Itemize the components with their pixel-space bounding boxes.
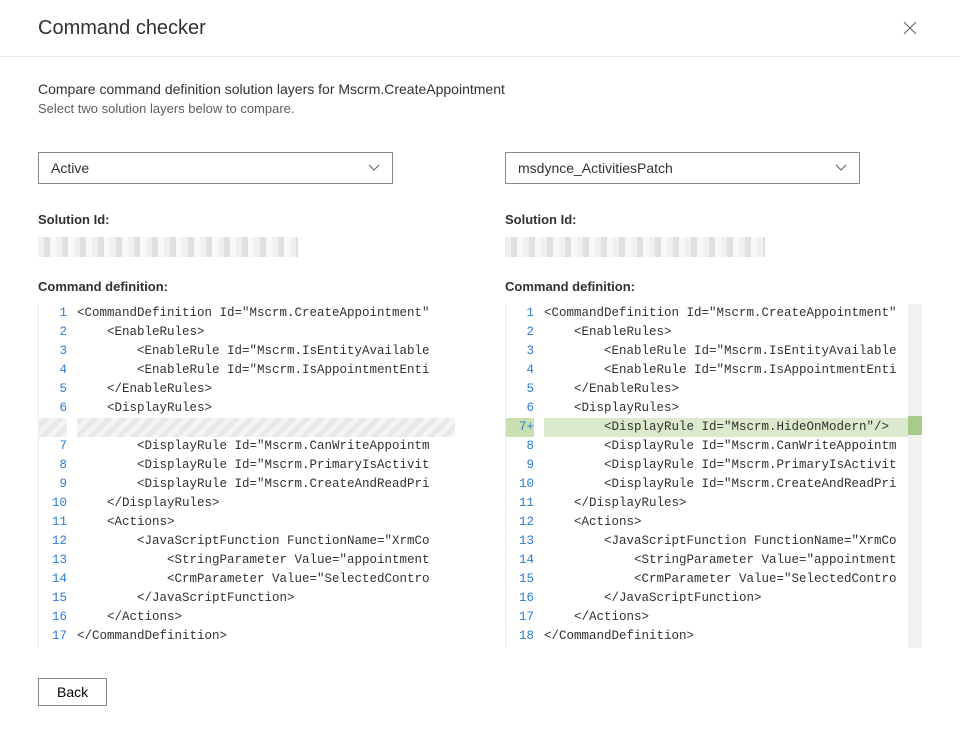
gutter-line: 3 [39,342,67,361]
code-line: <DisplayRule Id="Mscrm.CreateAndReadPri [544,475,922,494]
gutter-line: 4 [506,361,534,380]
code-line: </Actions> [544,608,922,627]
gutter-line: 10 [39,494,67,513]
left-solution-id-value [38,237,298,257]
code-line: <StringParameter Value="appointment [77,551,455,570]
gutter-line: 3 [506,342,534,361]
gutter-line: 15 [506,570,534,589]
code-line: <DisplayRules> [77,399,455,418]
gutter-line: 9 [39,475,67,494]
gutter-line: 14 [39,570,67,589]
page-title: Command checker [38,17,206,40]
subtitle: Compare command definition solution laye… [38,81,922,97]
code-line: <CommandDefinition Id="Mscrm.CreateAppoi… [544,304,922,323]
code-line: <EnableRule Id="Mscrm.IsEntityAvailable [544,342,922,361]
code-line: </JavaScriptFunction> [77,589,455,608]
right-command-definition-label: Command definition: [505,279,922,294]
code-line: <DisplayRules> [544,399,922,418]
code-line: <JavaScriptFunction FunctionName="XrmCo [77,532,455,551]
gutter-line: 18 [506,627,534,646]
close-icon [902,20,918,36]
gutter-line: 11 [39,513,67,532]
gutter-line: 12 [39,532,67,551]
right-layer-dropdown[interactable]: msdynce_ActivitiesPatch [505,152,860,184]
code-line: <EnableRules> [77,323,455,342]
code-line: <DisplayRule Id="Mscrm.CreateAndReadPri [77,475,455,494]
gutter-line: 1 [39,304,67,323]
code-line: </EnableRules> [544,380,922,399]
code-line: <DisplayRule Id="Mscrm.HideOnModern"/> [544,418,922,437]
code-line: </EnableRules> [77,380,455,399]
code-line: <DisplayRule Id="Mscrm.PrimaryIsActivit [544,456,922,475]
gutter-line: 10 [506,475,534,494]
gutter-line: 6 [39,399,67,418]
gutter-line: 9 [506,456,534,475]
gutter-line: 12 [506,513,534,532]
code-line: </DisplayRules> [77,494,455,513]
chevron-down-icon [835,162,847,174]
code-line: </DisplayRules> [544,494,922,513]
code-line: <DisplayRule Id="Mscrm.CanWriteAppointm [544,437,922,456]
code-line: <EnableRule Id="Mscrm.IsAppointmentEnti [77,361,455,380]
gutter-line: 5 [39,380,67,399]
code-line: <CrmParameter Value="SelectedContro [77,570,455,589]
scroll-track[interactable] [908,304,922,648]
code-line: </CommandDefinition> [544,627,922,646]
gutter-line: 11 [506,494,534,513]
left-layer-dropdown[interactable]: Active [38,152,393,184]
gutter-line: 13 [39,551,67,570]
gutter-line: 2 [39,323,67,342]
left-code-editor[interactable]: 1234567891011121314151617 <CommandDefini… [38,304,455,648]
code-line: <EnableRule Id="Mscrm.IsAppointmentEnti [544,361,922,380]
gutter-line: 14 [506,551,534,570]
code-line [77,418,455,437]
code-line: <Actions> [77,513,455,532]
gutter-line: 4 [39,361,67,380]
gutter-line: 17 [506,608,534,627]
gutter-line: 7+ [506,418,534,437]
right-code-editor[interactable]: 1234567+89101112131415161718 <CommandDef… [505,304,922,648]
code-line: <CrmParameter Value="SelectedContro [544,570,922,589]
gutter-line: 2 [506,323,534,342]
gutter-line: 8 [506,437,534,456]
description: Select two solution layers below to comp… [38,101,922,116]
back-button[interactable]: Back [38,678,107,706]
right-solution-id-value [505,237,765,257]
code-line: <EnableRules> [544,323,922,342]
code-line: </Actions> [77,608,455,627]
left-solution-id-label: Solution Id: [38,212,455,227]
gutter-line: 16 [506,589,534,608]
code-line: <Actions> [544,513,922,532]
code-line: <StringParameter Value="appointment [544,551,922,570]
code-line: <DisplayRule Id="Mscrm.PrimaryIsActivit [77,456,455,475]
code-line: <DisplayRule Id="Mscrm.CanWriteAppointm [77,437,455,456]
gutter-line: 5 [506,380,534,399]
left-command-definition-label: Command definition: [38,279,455,294]
code-line: </JavaScriptFunction> [544,589,922,608]
close-button[interactable] [898,16,922,40]
gutter-line: 17 [39,627,67,646]
code-line: <CommandDefinition Id="Mscrm.CreateAppoi… [77,304,455,323]
gutter-line: 16 [39,608,67,627]
code-line: <EnableRule Id="Mscrm.IsEntityAvailable [77,342,455,361]
gutter-line: 1 [506,304,534,323]
code-line: <JavaScriptFunction FunctionName="XrmCo [544,532,922,551]
gutter-line: 7 [39,437,67,456]
diff-indicator [908,416,922,435]
gutter-line [39,418,67,437]
left-dropdown-value: Active [51,160,89,176]
gutter-line: 13 [506,532,534,551]
right-dropdown-value: msdynce_ActivitiesPatch [518,160,673,176]
gutter-line: 15 [39,589,67,608]
code-line: </CommandDefinition> [77,627,455,646]
chevron-down-icon [368,162,380,174]
gutter-line: 8 [39,456,67,475]
right-solution-id-label: Solution Id: [505,212,922,227]
gutter-line: 6 [506,399,534,418]
